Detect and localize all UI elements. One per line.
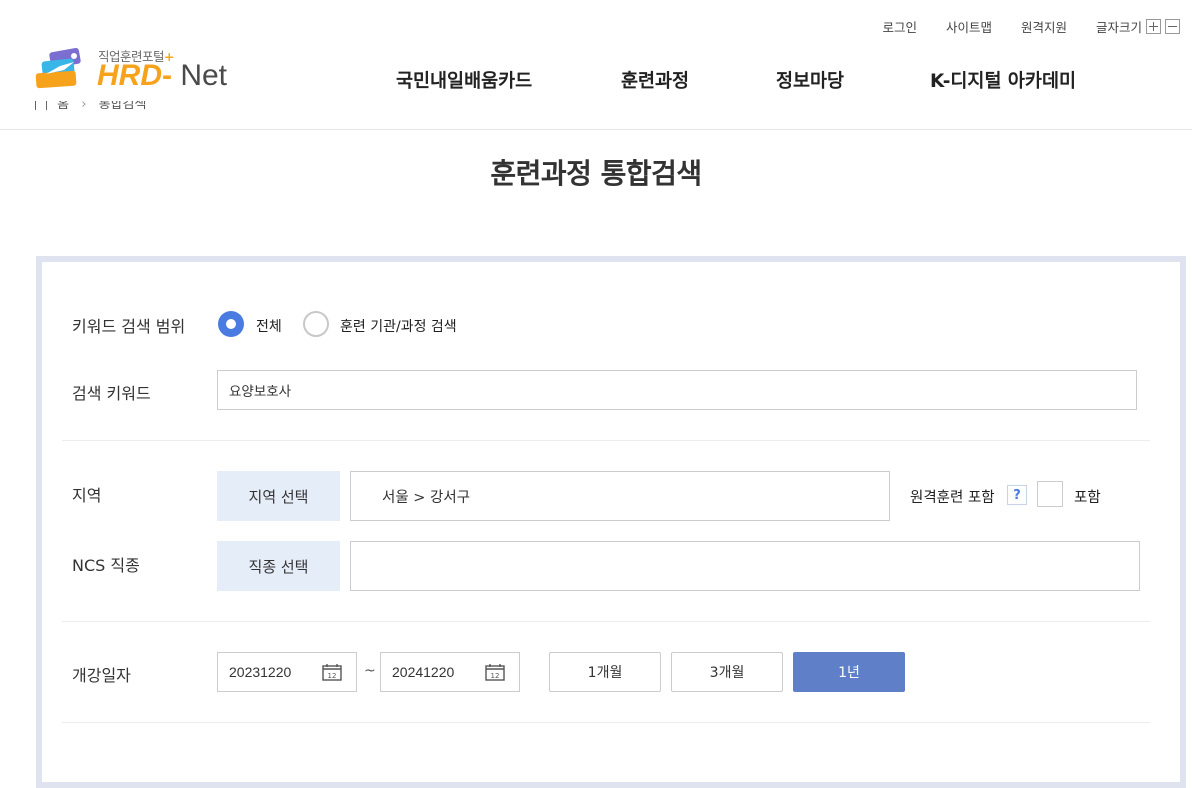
start-date-value: 20231220 — [229, 664, 292, 680]
login-link[interactable]: 로그인 — [882, 17, 917, 36]
sitemap-link[interactable]: 사이트맵 — [946, 17, 992, 36]
end-date-value: 20241220 — [392, 664, 455, 680]
calendar-icon[interactable]: 12 — [485, 663, 505, 681]
calendar-day: 12 — [328, 672, 337, 680]
nav-info[interactable]: 정보마당 — [776, 67, 844, 93]
scope-institution-radio[interactable] — [303, 311, 329, 337]
section-divider — [62, 440, 1150, 441]
main-nav: 국민내일배움카드 훈련과정 정보마당 K-디지털 아카데미 — [0, 67, 1192, 93]
remote-include-checkbox[interactable] — [1037, 481, 1063, 507]
period-3month-button[interactable]: 3개월 — [671, 652, 783, 692]
section-divider — [62, 621, 1150, 622]
scope-all-label[interactable]: 전체 — [256, 316, 282, 336]
header-divider — [0, 129, 1192, 130]
start-date-label: 개강일자 — [72, 666, 131, 685]
date-range-tilde: ~ — [364, 663, 376, 679]
nav-learning-card[interactable]: 국민내일배움카드 — [396, 67, 532, 93]
end-date-input[interactable]: 20241220 12 — [380, 652, 520, 692]
font-size-label: 글자크기 — [1095, 19, 1142, 35]
keyword-input[interactable]: 요양보호사 — [217, 370, 1137, 410]
keyword-label: 검색 키워드 — [72, 384, 151, 403]
keyword-scope-label: 키워드 검색 범위 — [72, 317, 186, 336]
period-1month-button[interactable]: 1개월 — [549, 652, 661, 692]
remote-include-label[interactable]: 포함 — [1074, 486, 1101, 507]
home-icon[interactable] — [35, 101, 47, 110]
scope-all-radio[interactable] — [218, 311, 244, 337]
utility-bar: 로그인 사이트맵 원격지원 글자크기 — [853, 17, 1192, 35]
search-box — [36, 256, 1186, 788]
nav-k-digital[interactable]: K-디지털 아카데미 — [930, 67, 1076, 93]
start-date-input[interactable]: 20231220 12 — [217, 652, 357, 692]
section-divider — [62, 722, 1150, 723]
region-field[interactable]: 서울 > 강서구 — [350, 471, 890, 521]
page-title: 훈련과정 통합검색 — [490, 157, 702, 190]
region-select-button[interactable]: 지역 선택 — [217, 471, 340, 521]
breadcrumb-current: 통합검색 — [98, 101, 147, 110]
font-increase-icon[interactable] — [1146, 18, 1161, 34]
period-1year-button[interactable]: 1년 — [793, 652, 905, 692]
scope-institution-label[interactable]: 훈련 기관/과정 검색 — [340, 316, 457, 336]
breadcrumb-separator: › — [81, 101, 87, 110]
ncs-label: NCS 직종 — [72, 556, 140, 575]
calendar-icon[interactable]: 12 — [322, 663, 342, 681]
remote-training-label: 원격훈련 포함 — [910, 490, 995, 506]
ncs-field[interactable] — [350, 541, 1140, 591]
breadcrumb: 홈 › 통합검색 — [0, 101, 1192, 129]
breadcrumb-home[interactable]: 홈 — [57, 101, 69, 110]
remote-support-link[interactable]: 원격지원 — [1021, 17, 1067, 36]
help-icon[interactable]: ? — [1007, 485, 1027, 505]
calendar-day: 12 — [491, 672, 500, 680]
nav-training-course[interactable]: 훈련과정 — [621, 67, 689, 93]
ncs-select-button[interactable]: 직종 선택 — [217, 541, 340, 591]
font-decrease-icon[interactable] — [1165, 18, 1180, 34]
region-label: 지역 — [72, 486, 102, 505]
